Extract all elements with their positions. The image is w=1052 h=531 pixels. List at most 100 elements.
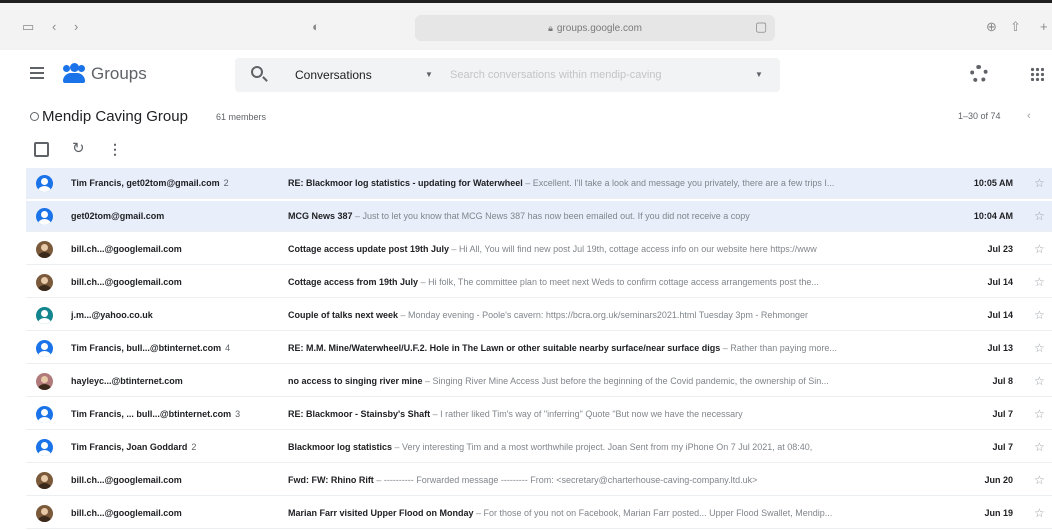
conversation-row[interactable]: Tim Francis, bull...@btinternet.com 4 RE: …: [26, 333, 1052, 364]
star-icon[interactable]: ☆: [1034, 407, 1045, 421]
star-icon[interactable]: ☆: [1034, 440, 1045, 454]
address-bar[interactable]: 🔒︎ groups.google.com: [415, 15, 775, 41]
sender-name: j.m...@yahoo.co.uk: [71, 310, 153, 320]
conversation-subject: Couple of talks next week: [288, 310, 399, 320]
app-title[interactable]: Groups: [91, 64, 147, 84]
star-icon[interactable]: ☆: [1034, 473, 1045, 487]
privacy-shield-icon[interactable]: ◐: [312, 19, 320, 35]
conversation-row[interactable]: bill.ch...@googlemail.com Cottage access …: [26, 234, 1052, 265]
avatar: [36, 439, 53, 456]
sender-name: Tim Francis, get02tom@gmail.com 2: [71, 178, 229, 188]
avatar: [36, 406, 53, 423]
conversation-row[interactable]: j.m...@yahoo.co.uk Couple of talks next w…: [26, 300, 1052, 331]
conversation-snippet: – Excellent. I'll take a look and messag…: [522, 178, 835, 188]
group-info-icon[interactable]: [30, 112, 39, 121]
apps-grid-icon[interactable]: [1030, 67, 1044, 81]
conversation-row[interactable]: hayleyc...@btinternet.com no access to si…: [26, 366, 1052, 397]
avatar: [36, 175, 53, 192]
subject-line: MCG News 387 – Just to let you know that…: [288, 211, 948, 221]
search-options-icon[interactable]: ▼: [755, 70, 763, 79]
sender-name: hayleyc...@btinternet.com: [71, 376, 183, 386]
message-count: 2: [191, 442, 197, 452]
conversation-snippet: – Just to let you know that MCG News 387…: [352, 211, 750, 221]
star-icon[interactable]: ☆: [1034, 506, 1045, 520]
sidebar-toggle-icon[interactable]: ▭: [22, 19, 34, 35]
conversation-row[interactable]: Tim Francis, ... bull...@btinternet.com 3…: [26, 399, 1052, 430]
avatar: [36, 472, 53, 489]
star-icon[interactable]: ☆: [1034, 242, 1045, 256]
chevron-down-icon[interactable]: ▼: [425, 70, 433, 79]
subject-line: RE: Blackmoor log statistics - updating …: [288, 178, 948, 188]
star-icon[interactable]: ☆: [1034, 176, 1045, 190]
avatar: [36, 505, 53, 522]
conversation-snippet: – Very interesting Tim and a most worthw…: [392, 442, 813, 452]
subject-line: Cottage access from 19th July – Hi folk,…: [288, 277, 948, 287]
search-icon[interactable]: [251, 66, 263, 78]
select-all-checkbox[interactable]: [34, 142, 49, 157]
conversation-row[interactable]: bill.ch...@googlemail.com Fwd: FW: Rhino …: [26, 465, 1052, 496]
main-menu-icon[interactable]: [30, 67, 44, 79]
refresh-icon[interactable]: ↻: [72, 141, 85, 157]
conversation-snippet: – Rather than paying more...: [720, 343, 837, 353]
groups-logo-icon[interactable]: [63, 63, 85, 83]
conversation-subject: RE: Blackmoor - Stainsby's Shaft: [288, 409, 431, 419]
conversation-date: Jul 23: [987, 244, 1013, 254]
star-icon[interactable]: ☆: [1034, 341, 1045, 355]
search-scope-select[interactable]: Conversations: [295, 68, 372, 82]
star-icon[interactable]: ☆: [1034, 209, 1045, 223]
star-icon[interactable]: ☆: [1034, 374, 1045, 388]
subject-line: RE: Blackmoor - Stainsby's Shaft – I rat…: [288, 409, 948, 419]
conversation-date: Jul 7: [992, 442, 1013, 452]
forward-icon[interactable]: ›: [74, 19, 78, 35]
conversation-date: Jul 13: [987, 343, 1013, 353]
avatar: [36, 274, 53, 291]
back-icon[interactable]: ‹: [52, 19, 56, 35]
lock-icon: 🔒︎: [548, 23, 553, 33]
list-toolbar: ↻ ⋮: [0, 136, 1052, 166]
sender-name: Tim Francis, ... bull...@btinternet.com 3: [71, 409, 241, 419]
conversation-list: Tim Francis, get02tom@gmail.com 2 RE: Blac…: [26, 168, 1052, 531]
conversation-subject: Fwd: FW: Rhino Rift: [288, 475, 374, 485]
share-icon[interactable]: ⇧: [1010, 19, 1021, 35]
conversation-row[interactable]: bill.ch...@googlemail.com Marian Farr vis…: [26, 498, 1052, 529]
more-options-icon[interactable]: ⋮: [108, 141, 122, 157]
subject-line: Cottage access update post 19th July – H…: [288, 244, 948, 254]
conversation-subject: RE: M.M. Mine/Waterwheel/U.F.2. Hole in …: [288, 343, 721, 353]
subject-line: RE: M.M. Mine/Waterwheel/U.F.2. Hole in …: [288, 343, 948, 353]
conversation-date: Jul 7: [992, 409, 1013, 419]
sender-name: bill.ch...@googlemail.com: [71, 277, 182, 287]
subject-line: Blackmoor log statistics – Very interest…: [288, 442, 948, 452]
search-bar: Conversations ▼ ▼: [235, 58, 780, 92]
avatar: [36, 307, 53, 324]
conversation-row[interactable]: Tim Francis, Joan Goddard 2 Blackmoor log …: [26, 432, 1052, 463]
star-icon[interactable]: ☆: [1034, 275, 1045, 289]
conversation-row[interactable]: bill.ch...@googlemail.com Cottage access …: [26, 267, 1052, 298]
message-count: 3: [235, 409, 241, 419]
star-icon[interactable]: ☆: [1034, 308, 1045, 322]
conversation-snippet: – ---------- Forwarded message ---------…: [373, 475, 758, 485]
group-title[interactable]: Mendip Caving Group: [42, 108, 188, 125]
conversation-subject: Cottage access from 19th July: [288, 277, 419, 287]
previous-page-icon[interactable]: ‹: [1027, 110, 1031, 122]
sender-name: bill.ch...@googlemail.com: [71, 244, 182, 254]
conversation-row[interactable]: Tim Francis, get02tom@gmail.com 2 RE: Blac…: [26, 168, 1052, 199]
conversation-subject: RE: Blackmoor log statistics - updating …: [288, 178, 523, 188]
conversation-subject: MCG News 387: [288, 211, 353, 221]
search-input[interactable]: [450, 65, 740, 85]
sender-name: Tim Francis, Joan Goddard 2: [71, 442, 197, 452]
conversation-date: Jun 19: [984, 508, 1013, 518]
browser-toolbar: ▭ ‹ › ◐ 🔒︎ groups.google.com ▢ ⊕ ⇧ +: [0, 0, 1052, 50]
download-icon[interactable]: ⊕: [986, 19, 997, 35]
conversation-row[interactable]: get02tom@gmail.com MCG News 387 – Just to…: [26, 201, 1052, 232]
member-count[interactable]: 61 members: [216, 112, 266, 122]
url-text: groups.google.com: [556, 23, 642, 34]
conversation-snippet: – For those of you not on Facebook, Mari…: [473, 508, 833, 518]
conversation-date: Jul 14: [987, 310, 1013, 320]
reader-icon[interactable]: ▢: [755, 19, 767, 35]
settings-gear-icon[interactable]: [970, 65, 988, 83]
new-tab-icon[interactable]: +: [1040, 19, 1048, 35]
sender-name: bill.ch...@googlemail.com: [71, 508, 182, 518]
pagination-range: 1–30 of 74: [958, 111, 1001, 121]
group-header: Mendip Caving Group 61 members 1–30 of 7…: [0, 100, 1052, 136]
subject-line: Fwd: FW: Rhino Rift – ---------- Forward…: [288, 475, 948, 485]
